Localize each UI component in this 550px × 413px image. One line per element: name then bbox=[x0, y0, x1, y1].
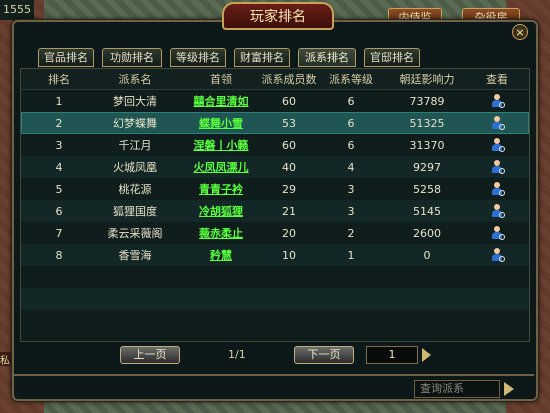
leader-link[interactable]: 冷胡狐狸 bbox=[199, 203, 243, 219]
panel-title: 玩家排名 bbox=[222, 2, 334, 30]
tab-caifu[interactable]: 财富排名 bbox=[234, 48, 290, 67]
table-row[interactable]: 6 狐狸国度 冷胡狐狸 21 3 5145 bbox=[21, 200, 529, 222]
rank-cell: 8 bbox=[55, 248, 63, 262]
view-faction-icon[interactable] bbox=[490, 248, 505, 262]
faction-cell: 狐狸国度 bbox=[113, 205, 157, 218]
influence-cell: 9297 bbox=[413, 160, 441, 174]
influence-cell: 31370 bbox=[409, 138, 445, 152]
table-row[interactable]: 4 火城凤凰 火凤凤漂儿 40 4 9297 bbox=[21, 156, 529, 178]
faction-cell: 梦回大清 bbox=[113, 95, 157, 108]
page-indicator: 1/1 bbox=[228, 348, 246, 361]
members-cell: 60 bbox=[282, 94, 296, 108]
leader-link[interactable]: 青青子衿 bbox=[199, 181, 243, 197]
go-page-arrow-icon[interactable] bbox=[422, 348, 431, 362]
view-faction-icon[interactable] bbox=[490, 182, 505, 196]
level-cell: 4 bbox=[347, 160, 355, 174]
members-cell: 21 bbox=[282, 204, 296, 218]
table-header: 排名 派系名 首领 派系成员数 派系等级 朝廷影响力 查看 bbox=[21, 69, 529, 90]
level-cell: 3 bbox=[347, 204, 355, 218]
view-faction-icon[interactable] bbox=[490, 204, 505, 218]
members-cell: 10 bbox=[282, 248, 296, 262]
table-row[interactable]: 1 梦回大清 囍合里清如 60 6 73789 bbox=[21, 90, 529, 112]
view-faction-icon[interactable] bbox=[490, 226, 505, 240]
empty-row bbox=[21, 310, 529, 332]
level-cell: 1 bbox=[347, 248, 355, 262]
col-faction-header: 派系名 bbox=[118, 73, 152, 86]
leader-link[interactable]: 蝶舞小雪 bbox=[199, 115, 243, 131]
faction-cell: 香雪海 bbox=[118, 249, 152, 262]
view-faction-icon[interactable] bbox=[490, 94, 505, 108]
rank-cell: 5 bbox=[55, 182, 63, 196]
prev-page-button[interactable]: 上一页 bbox=[120, 346, 180, 364]
view-faction-icon[interactable] bbox=[490, 138, 505, 152]
rank-cell: 2 bbox=[55, 116, 63, 130]
col-influence-header: 朝廷影响力 bbox=[399, 73, 455, 86]
table-row[interactable]: 7 柔云采薇阁 薇赤柔止 20 2 2600 bbox=[21, 222, 529, 244]
view-faction-icon[interactable] bbox=[490, 160, 505, 174]
influence-cell: 2600 bbox=[413, 226, 441, 240]
tab-paixi[interactable]: 派系排名 bbox=[298, 48, 356, 67]
level-cell: 2 bbox=[347, 226, 355, 240]
pagination-bar: 上一页 1/1 下一页 1 bbox=[20, 344, 530, 368]
table-row-selected[interactable]: 2 幻梦蝶舞 蝶舞小雪 53 6 51325 bbox=[21, 112, 529, 134]
search-arrow-icon[interactable] bbox=[504, 382, 514, 396]
rank-cell: 6 bbox=[55, 204, 63, 218]
influence-cell: 0 bbox=[423, 248, 431, 262]
tab-guanpin[interactable]: 官品排名 bbox=[38, 48, 94, 67]
panel-divider bbox=[14, 374, 534, 376]
level-cell: 6 bbox=[347, 138, 355, 152]
close-icon: × bbox=[515, 26, 525, 39]
faction-cell: 柔云采薇阁 bbox=[107, 227, 163, 240]
faction-cell: 火城凤凰 bbox=[113, 161, 157, 174]
empty-row bbox=[21, 266, 529, 288]
empty-row bbox=[21, 288, 529, 310]
col-leader-header: 首领 bbox=[210, 73, 232, 86]
view-faction-icon[interactable] bbox=[490, 116, 505, 130]
tab-gongxun[interactable]: 功勋排名 bbox=[102, 48, 162, 67]
world-counter: 1555 bbox=[0, 0, 34, 20]
members-cell: 20 bbox=[282, 226, 296, 240]
faction-cell: 桃花源 bbox=[118, 183, 152, 196]
influence-cell: 5145 bbox=[413, 204, 441, 218]
leader-link[interactable]: 涅磐丨小籁 bbox=[194, 137, 249, 153]
leader-link[interactable]: 囍合里清如 bbox=[194, 93, 249, 109]
col-rank-header: 排名 bbox=[48, 73, 70, 86]
col-level-header: 派系等级 bbox=[329, 73, 373, 86]
world-side-label: 私 bbox=[0, 352, 12, 367]
members-cell: 53 bbox=[282, 116, 296, 130]
page-number-input[interactable]: 1 bbox=[366, 346, 418, 364]
faction-search-input[interactable]: 查询派系 bbox=[414, 380, 500, 398]
next-page-button[interactable]: 下一页 bbox=[294, 346, 354, 364]
members-cell: 29 bbox=[282, 182, 296, 196]
level-cell: 6 bbox=[347, 94, 355, 108]
rank-cell: 3 bbox=[55, 138, 63, 152]
ranking-table: 排名 派系名 首领 派系成员数 派系等级 朝廷影响力 查看 1 梦回大清 囍合里… bbox=[20, 68, 530, 342]
col-view-header: 查看 bbox=[486, 73, 508, 86]
leader-link[interactable]: 薇赤柔止 bbox=[199, 225, 243, 241]
tab-dengji[interactable]: 等级排名 bbox=[170, 48, 226, 67]
tab-guandi[interactable]: 官邸排名 bbox=[364, 48, 420, 67]
faction-cell: 千江月 bbox=[118, 139, 152, 152]
level-cell: 3 bbox=[347, 182, 355, 196]
faction-cell: 幻梦蝶舞 bbox=[113, 117, 157, 130]
members-cell: 60 bbox=[282, 138, 296, 152]
leader-link[interactable]: 火凤凤漂儿 bbox=[194, 159, 249, 175]
members-cell: 40 bbox=[282, 160, 296, 174]
rank-cell: 4 bbox=[55, 160, 63, 174]
rank-cell: 1 bbox=[55, 94, 63, 108]
rank-cell: 7 bbox=[55, 226, 63, 240]
table-row[interactable]: 8 香雪海 矜慧 10 1 0 bbox=[21, 244, 529, 266]
table-row[interactable]: 3 千江月 涅磐丨小籁 60 6 31370 bbox=[21, 134, 529, 156]
influence-cell: 73789 bbox=[409, 94, 445, 108]
influence-cell: 51325 bbox=[409, 116, 445, 130]
level-cell: 6 bbox=[347, 116, 355, 130]
col-members-header: 派系成员数 bbox=[261, 73, 317, 86]
table-row[interactable]: 5 桃花源 青青子衿 29 3 5258 bbox=[21, 178, 529, 200]
close-button[interactable]: × bbox=[512, 24, 528, 40]
leader-link[interactable]: 矜慧 bbox=[210, 247, 232, 263]
influence-cell: 5258 bbox=[413, 182, 441, 196]
